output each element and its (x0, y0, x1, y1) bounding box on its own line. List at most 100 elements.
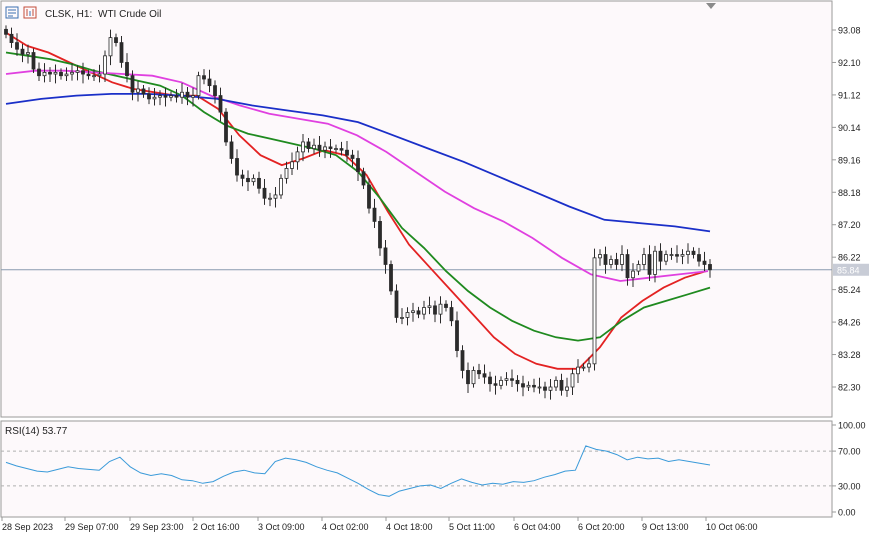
candle-body (103, 55, 107, 75)
candle-body (235, 158, 239, 176)
candle-body (592, 257, 597, 365)
candle-body (218, 95, 223, 113)
price-tick-label: 88.18 (838, 188, 861, 198)
price-tick-label: 84.26 (838, 318, 861, 328)
candle-body (92, 75, 96, 78)
candle-body (449, 307, 454, 322)
candle-body (350, 154, 355, 159)
price-tick-label: 91.12 (838, 90, 861, 100)
price-tick-label: 89.16 (838, 155, 861, 165)
candle-body (246, 177, 250, 183)
candle-body (97, 73, 102, 77)
candle-body (240, 174, 245, 179)
candle-body (526, 384, 531, 388)
candle-body (460, 350, 465, 371)
candle-body (537, 386, 542, 389)
candle-body (15, 42, 19, 50)
candle-body (521, 383, 525, 388)
candle-body (543, 386, 547, 391)
candle-body (295, 151, 300, 163)
time-tick-label: 2 Oct 16:00 (193, 522, 240, 532)
candle-body (493, 383, 498, 386)
candle-body (334, 148, 338, 150)
candle-body (9, 33, 14, 43)
candle-body (680, 254, 685, 257)
price-tick-label: 82.30 (838, 383, 861, 393)
time-tick-label: 5 Oct 11:00 (449, 522, 495, 532)
candle-body (290, 161, 294, 169)
candle-body (697, 254, 701, 262)
candle-body (438, 303, 443, 315)
candle-body (328, 146, 333, 149)
candle-body (614, 259, 619, 265)
candle-body (312, 144, 316, 149)
candle-body (394, 290, 399, 318)
candle-body (378, 221, 382, 249)
candle-body (48, 71, 52, 75)
rsi-label: RSI(14) 53.77 (5, 426, 68, 437)
candle-body (471, 370, 476, 385)
candle-body (367, 184, 371, 209)
time-tick-label: 6 Oct 20:00 (578, 522, 625, 532)
candle-body (279, 177, 283, 196)
candle-body (647, 254, 652, 275)
candle-body (598, 254, 602, 259)
candle-body (284, 168, 289, 179)
candle-body (20, 48, 25, 55)
candle-body (477, 370, 481, 375)
candle-body (323, 146, 327, 151)
candle-body (499, 379, 503, 386)
candle-body (207, 78, 212, 87)
candle-body (625, 254, 630, 279)
candle-body (658, 250, 663, 262)
candle-body (59, 71, 63, 77)
price-tick-label: 83.28 (838, 350, 861, 360)
candle-body (532, 384, 536, 388)
candle-body (383, 247, 388, 265)
candle-body (339, 148, 344, 151)
candle-body (675, 254, 679, 257)
candle-body (141, 88, 146, 95)
candle-body (466, 370, 470, 385)
candle-body (185, 91, 190, 98)
candle-body (444, 303, 448, 308)
candle-body (268, 197, 272, 200)
price-tick-label: 85.24 (838, 285, 861, 295)
candle-body (609, 259, 613, 265)
candle-body (433, 305, 437, 315)
candle-body (416, 310, 421, 315)
chart-container[interactable]: 85.84 93.08 92.10 91.12 90.14 89.16 88.18 87.2… (0, 0, 874, 538)
candle-body (559, 379, 564, 391)
candle-body (669, 254, 674, 256)
candle-body (31, 52, 36, 70)
time-tick-label: 28 Sep 2023 (2, 522, 53, 532)
candle-body (488, 376, 492, 385)
candle-body (86, 73, 91, 77)
candle-body (653, 250, 657, 275)
candle-body (570, 373, 575, 388)
candle-body (136, 88, 140, 93)
candle-body (515, 379, 520, 385)
price-tick-label: 90.14 (838, 123, 861, 133)
candle-body (504, 378, 509, 381)
candle-body (620, 254, 624, 265)
time-tick-label: 4 Oct 18:00 (386, 522, 433, 532)
candle-body (108, 37, 113, 57)
candle-body (191, 95, 195, 98)
candle-body (70, 71, 74, 75)
rsi-tick-label: 100.00 (838, 421, 866, 431)
candle-body (554, 379, 558, 388)
candle-body (53, 71, 58, 75)
candle-body (548, 386, 553, 391)
rsi-panel[interactable] (0, 420, 833, 518)
symbol-label: CLSK, H1: (45, 9, 92, 20)
candle-body (482, 373, 487, 378)
candle-body (422, 307, 426, 315)
candle-body (345, 149, 349, 156)
candle-body (691, 250, 696, 255)
candle-body (81, 70, 85, 75)
candle-body (224, 111, 228, 143)
candle-body (262, 187, 267, 199)
candle-body (169, 95, 173, 98)
candle-body (26, 52, 30, 55)
